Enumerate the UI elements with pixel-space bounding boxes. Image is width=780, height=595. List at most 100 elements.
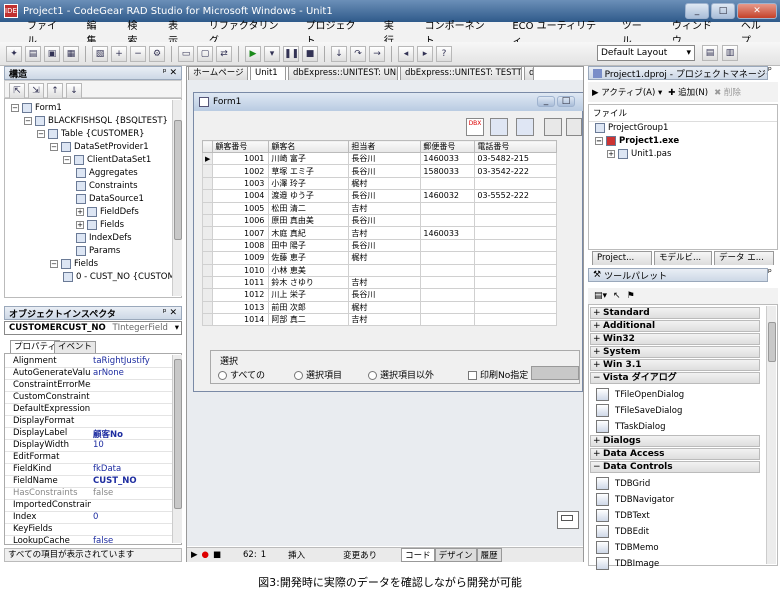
grid-cell[interactable] [474, 213, 558, 228]
editor-tab[interactable]: dbExpress::UNITEST: UNITEST [288, 66, 398, 80]
unit-item[interactable]: + Unit1.pas [607, 149, 671, 159]
grid-cell[interactable]: 草塚 エミ子 [268, 164, 350, 178]
table-row[interactable]: 1002 草塚 エミ子 長谷川 1580033 03-3542-222 [201, 164, 558, 178]
expand-icon[interactable]: + [76, 208, 84, 216]
grid-cell[interactable]: 長谷川 [348, 238, 422, 253]
grid-cell[interactable] [474, 251, 558, 265]
pin-icon[interactable]: ᵖ ✕ [163, 308, 177, 318]
grid-cell[interactable] [420, 275, 476, 290]
db-grid[interactable]: 顧客番号 顧客名 担当者 郵便番号 電話番号 ▶ 1001 川崎 富子 長谷川 1460033 03… [201, 140, 558, 327]
palette-category[interactable]: Dialogs [590, 435, 760, 447]
property-row[interactable]: DisplayFormat [5, 416, 177, 428]
layout-select[interactable]: Default Layout [597, 45, 695, 61]
table-row[interactable]: 1010 小林 恵美 [201, 263, 558, 277]
grid-cell[interactable]: 前田 次郎 [268, 300, 350, 315]
structure-node[interactable]: + Fields [76, 220, 124, 230]
grid-cell[interactable]: 長谷川 [348, 213, 422, 228]
collapse-icon[interactable]: − [24, 117, 32, 125]
tab-design[interactable]: デザイン [434, 548, 477, 562]
structure-node[interactable]: − Form1 [11, 103, 62, 113]
grid-cell[interactable] [474, 201, 558, 215]
pause-icon[interactable]: ❚❚ [283, 45, 299, 62]
datasource-component-icon[interactable] [566, 118, 582, 136]
grid-cell[interactable]: 原田 真由美 [268, 213, 350, 228]
grid-cell[interactable]: 小澤 玲子 [268, 176, 350, 191]
play-macro-icon[interactable]: ▶ [191, 550, 198, 560]
property-value[interactable]: taRightJustify [93, 356, 150, 366]
grid-column-header[interactable]: 郵便番号 [420, 140, 476, 153]
dbx-component-icon[interactable]: DBX [466, 118, 484, 136]
provider-component-icon[interactable] [516, 118, 534, 136]
palette-category[interactable]: Additional [590, 320, 760, 332]
structure-node[interactable]: − Table {CUSTOMER} [37, 129, 145, 139]
editor-tab[interactable]: Unit1 [250, 66, 286, 80]
grid-cell[interactable] [420, 238, 476, 253]
expand-icon[interactable]: + [607, 150, 615, 158]
palette-component[interactable]: TDBNavigator [596, 492, 674, 507]
property-value[interactable]: arNone [93, 368, 124, 378]
grid-cell[interactable] [474, 238, 558, 253]
grid-cell[interactable]: 鈴木 さゆり [268, 275, 350, 290]
tab-events[interactable]: イベント [54, 341, 97, 353]
property-row[interactable]: FieldKind fkData [5, 464, 177, 476]
structure-node[interactable]: + FieldDefs [76, 207, 139, 217]
property-row[interactable]: DefaultExpression [5, 404, 177, 416]
forward-icon[interactable]: ▸ [417, 45, 433, 62]
grid-cell[interactable]: 吉村 [348, 226, 422, 240]
grid-cell[interactable] [420, 288, 476, 302]
project-options-icon[interactable]: ⚙ [149, 45, 165, 62]
add-file-icon[interactable]: + [111, 45, 127, 62]
grid-cell[interactable]: 1460033 [420, 226, 476, 240]
property-row[interactable]: FieldName CUST_NO [5, 476, 177, 488]
grid-cell[interactable] [474, 300, 558, 315]
grid-cell[interactable] [420, 300, 476, 315]
grid-cell[interactable]: 03-3542-222 [474, 164, 558, 178]
table-row[interactable]: 1013 前田 次郎 梶村 [201, 300, 558, 315]
collapse-icon[interactable]: − [50, 260, 58, 268]
table-row[interactable]: 1008 田中 陽子 長谷川 [201, 238, 558, 253]
grid-cell[interactable]: 1014 [212, 313, 270, 327]
grid-cell[interactable] [474, 226, 558, 240]
grid-cell[interactable]: 梶村 [348, 300, 422, 315]
grid-cell[interactable]: 松田 清二 [268, 201, 350, 215]
grid-cell[interactable]: 小林 恵美 [268, 263, 350, 277]
collapse-icon[interactable]: ⇱ [9, 83, 25, 99]
structure-node[interactable]: Params [76, 246, 120, 256]
table-row[interactable]: 1011 鈴木 さゆり 吉村 [201, 275, 558, 290]
grid-cell[interactable] [420, 251, 476, 265]
structure-node[interactable]: DataSource1 [76, 194, 144, 204]
grid-cell[interactable]: 長谷川 [348, 288, 422, 302]
table-row[interactable]: ▶ 1001 川崎 富子 長谷川 1460033 03-5482-215 [201, 151, 558, 166]
grid-cell[interactable]: 1013 [212, 300, 270, 315]
save-all-icon[interactable]: ▦ [63, 45, 79, 62]
tab-history[interactable]: 履歴 [476, 548, 502, 562]
palette-category[interactable]: Data Access [590, 448, 760, 460]
grid-cell[interactable]: 1002 [212, 164, 270, 178]
grid-cell[interactable]: 川上 栄子 [268, 288, 350, 302]
print-button[interactable] [531, 366, 579, 380]
pin-icon[interactable]: ᵖ [768, 66, 778, 80]
grid-cell[interactable] [420, 213, 476, 228]
activate-button[interactable]: ▶ アクティブ(A) ▾ [592, 86, 662, 98]
record-macro-icon[interactable]: ● [202, 550, 209, 560]
palette-component[interactable]: TFileSaveDialog [596, 403, 682, 418]
help-icon[interactable]: ? [436, 45, 452, 62]
down-arrow-icon[interactable]: ↓ [66, 83, 82, 99]
property-row[interactable]: DisplayLabel 顧客No [5, 428, 177, 440]
grid-cell[interactable]: 1004 [212, 189, 270, 203]
grid-column-header[interactable]: 顧客名 [268, 140, 350, 153]
editor-tab[interactable]: ホームページ [188, 66, 248, 80]
structure-node[interactable]: 0 - CUST_NO {CUSTOM [63, 272, 175, 282]
palette-component[interactable]: TDBText [596, 508, 650, 523]
open-icon[interactable]: ▤ [25, 45, 41, 62]
view-unit-icon[interactable]: ▭ [178, 45, 194, 62]
add-button[interactable]: ✚ 追加(N) [668, 86, 708, 98]
inspector-object-select[interactable]: CUSTOMERCUST_NO TIntegerField ▾ [4, 321, 182, 335]
structure-node[interactable]: − DataSetProvider1 [50, 142, 149, 152]
stop-icon[interactable]: ■ [302, 45, 318, 62]
grid-cell[interactable] [474, 263, 558, 277]
grid-cell[interactable] [420, 176, 476, 191]
clientdataset-component-icon[interactable] [544, 118, 562, 136]
grid-cell[interactable] [474, 275, 558, 290]
categories-icon[interactable]: ▤▾ [594, 291, 607, 301]
